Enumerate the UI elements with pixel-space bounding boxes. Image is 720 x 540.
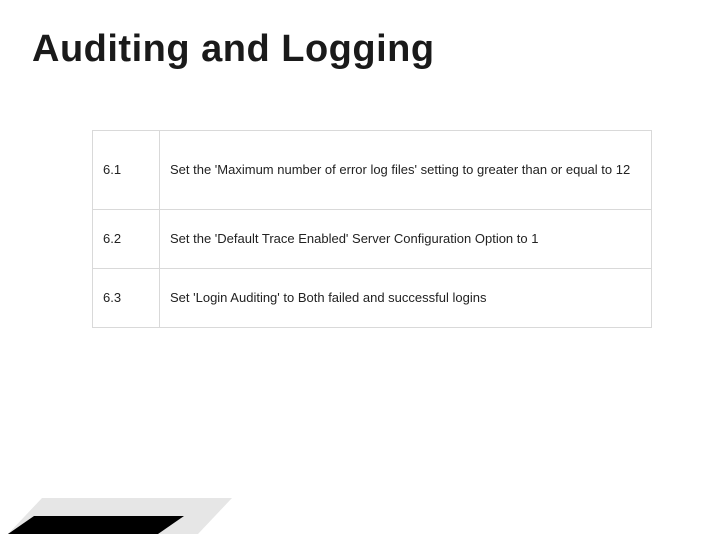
config-table: 6.1 Set the 'Maximum number of error log… [92,130,652,328]
slide: Auditing and Logging 6.1 Set the 'Maximu… [0,0,720,540]
table-row: 6.2 Set the 'Default Trace Enabled' Serv… [93,210,652,269]
row-text: Set 'Login Auditing' to Both failed and … [160,269,652,328]
row-number: 6.2 [93,210,160,269]
table: 6.1 Set the 'Maximum number of error log… [92,130,652,328]
row-number: 6.1 [93,131,160,210]
page-title: Auditing and Logging [32,28,435,71]
table-row: 6.1 Set the 'Maximum number of error log… [93,131,652,210]
row-number: 6.3 [93,269,160,328]
table-row: 6.3 Set 'Login Auditing' to Both failed … [93,269,652,328]
row-text: Set the 'Default Trace Enabled' Server C… [160,210,652,269]
row-text: Set the 'Maximum number of error log fil… [160,131,652,210]
corner-decoration [8,464,238,534]
